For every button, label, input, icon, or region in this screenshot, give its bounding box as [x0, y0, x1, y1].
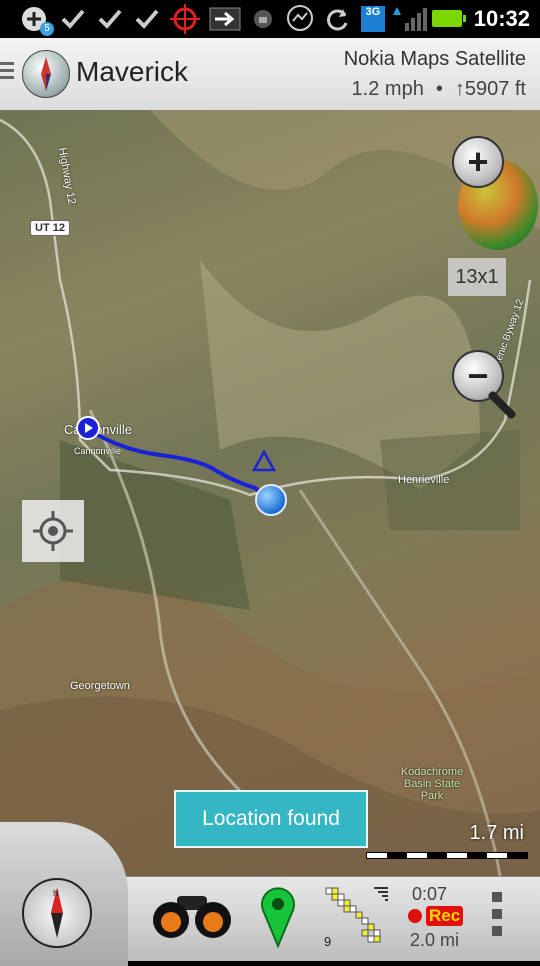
svg-text:N: N: [53, 889, 59, 898]
park-label-kodachrome: Kodachrome Basin State Park: [400, 766, 464, 802]
satellite-map[interactable]: UT 12 Highway 12 Scenic Byway 12 Cannonv…: [0, 110, 540, 876]
check-icon: [97, 4, 123, 34]
track-distance: 2.0 mi: [410, 930, 460, 950]
compass-icon[interactable]: N: [22, 878, 92, 948]
record-dot-icon: [408, 909, 422, 923]
status-bar: 5 3G 10:32: [0, 0, 540, 38]
town-label-cannonville-small: Cannonville: [74, 446, 122, 456]
notification-count-badge: 5: [40, 22, 54, 36]
app-logo-compass-icon[interactable]: [22, 50, 70, 98]
zoom-level-indicator[interactable]: 13x1: [448, 258, 506, 296]
altitude-value: 5907 ft: [464, 78, 526, 100]
map-source-label[interactable]: Nokia Maps Satellite: [344, 48, 526, 71]
binoculars-icon[interactable]: [150, 884, 234, 948]
check-icon: [134, 4, 160, 34]
location-found-toast: Location found: [174, 790, 368, 848]
sync-icon: [322, 4, 352, 34]
my-location-button[interactable]: [22, 500, 84, 562]
road-shield-ut12: UT 12: [30, 220, 70, 236]
map-scale-bar: [366, 852, 528, 859]
stats-separator: •: [435, 78, 443, 100]
network-type-label: 3G: [361, 6, 385, 32]
check-icon: [60, 4, 86, 34]
app-title: Maverick: [76, 56, 189, 87]
zoom-in-button[interactable]: +: [452, 136, 504, 188]
app-header: Maverick Nokia Maps Satellite 1.2 mph • …: [0, 38, 540, 111]
altitude-arrow-icon: ↑: [454, 78, 465, 100]
map-scale-label: 1.7 mi: [469, 822, 524, 844]
town-label-henrieville: Henrieville: [398, 474, 450, 486]
speed-readout: 1.2 mph: [351, 78, 424, 100]
lock-icon: [250, 4, 276, 34]
track-elapsed-time: 0:07: [412, 884, 448, 904]
record-button[interactable]: Rec: [408, 906, 464, 926]
gps-stats: 1.2 mph • ↑5907 ft: [352, 78, 526, 101]
altitude-readout: ↑5907 ft: [455, 78, 526, 101]
battery-icon: [432, 10, 466, 27]
signal-strength-icon: [390, 4, 430, 34]
drawer-menu-icon[interactable]: [0, 62, 14, 83]
crosshair-target-icon: [168, 4, 202, 34]
overflow-menu-icon[interactable]: [492, 892, 502, 943]
current-location-dot[interactable]: [255, 484, 287, 516]
network-3g-icon: 3G: [360, 4, 386, 34]
waypoint-marker-icon[interactable]: [258, 884, 298, 948]
messenger-icon: [284, 4, 316, 34]
record-label: Rec: [426, 906, 464, 926]
arrow-right-icon: [208, 4, 242, 34]
locate-crosshair-icon: [33, 511, 73, 551]
satellite-count: 9: [324, 934, 332, 949]
status-time: 10:32: [473, 6, 530, 31]
gps-satellite-grid-icon[interactable]: [322, 884, 392, 948]
town-label-georgetown: Georgetown: [70, 680, 130, 692]
